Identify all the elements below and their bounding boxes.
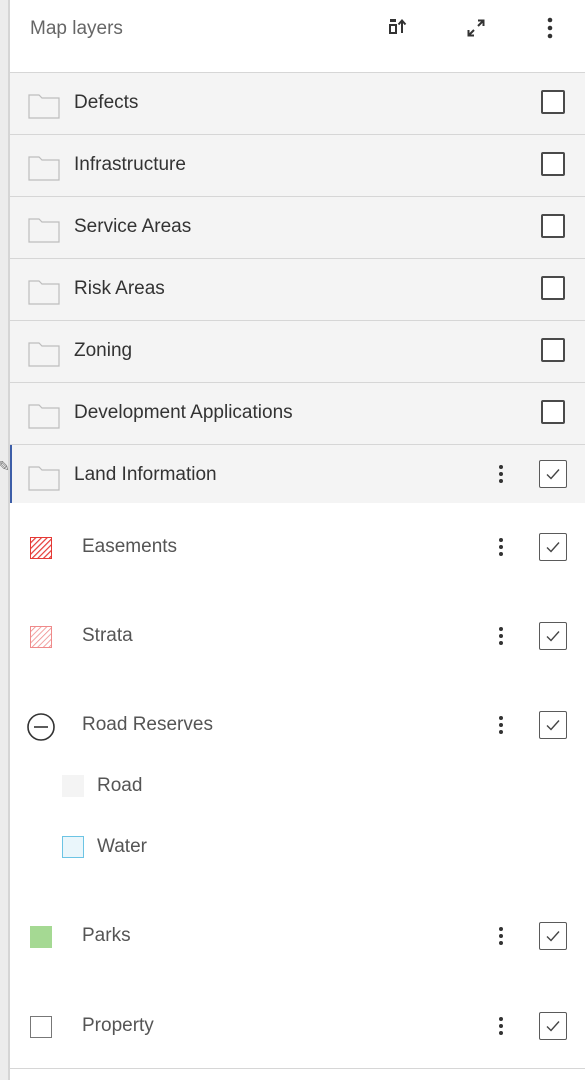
group-visibility-checkbox[interactable] [541, 152, 565, 176]
expand-button[interactable] [460, 12, 492, 44]
folder-icon [28, 156, 60, 181]
sort-icon [389, 18, 407, 34]
group-label: Development Applications [74, 402, 293, 423]
group-row-development-applications[interactable]: Development Applications [10, 383, 585, 445]
layer-label: Parks [82, 925, 131, 946]
group-visibility-checkbox[interactable] [539, 460, 567, 488]
layer-visibility-checkbox[interactable] [539, 711, 567, 739]
layer-options-button[interactable] [494, 532, 508, 562]
layer-row-property[interactable]: Property [10, 996, 585, 1056]
hatch-swatch-icon [30, 537, 52, 559]
check-icon [546, 1021, 560, 1032]
folder-icon [28, 404, 60, 429]
group-visibility-checkbox[interactable] [541, 276, 565, 300]
check-icon [546, 631, 560, 642]
map-edge: ✎ [0, 0, 10, 1080]
group-row-land-information[interactable]: Land Information [10, 445, 585, 503]
group-label: Land Information [74, 464, 217, 485]
layer-options-button[interactable] [494, 921, 508, 951]
layer-row-strata[interactable]: Strata [10, 606, 585, 666]
layer-label: Easements [82, 536, 178, 557]
layer-label: Property [82, 1015, 154, 1036]
group-visibility-checkbox[interactable] [541, 214, 565, 238]
layer-options-button[interactable] [494, 1011, 508, 1041]
check-icon [546, 931, 560, 942]
layer-visibility-checkbox[interactable] [539, 922, 567, 950]
sort-button[interactable] [382, 12, 414, 44]
legend-label: Water [97, 836, 147, 857]
legend-swatch [62, 836, 84, 858]
legend-label: Road [97, 775, 143, 796]
bottom-divider [10, 1068, 585, 1069]
folder-icon [28, 218, 60, 243]
legend-item-road: Road [10, 766, 585, 806]
layer-row-road-reserves[interactable]: Road Reserves [10, 695, 585, 755]
layer-visibility-checkbox[interactable] [539, 533, 567, 561]
group-label: Infrastructure [74, 154, 186, 175]
group-label: Defects [74, 92, 139, 113]
layer-row-parks[interactable]: Parks [10, 906, 585, 966]
layer-label: Strata [82, 625, 133, 646]
hatch-swatch-icon [30, 626, 52, 648]
more-vertical-icon [547, 17, 553, 39]
fill-swatch-icon [30, 926, 52, 948]
layer-visibility-checkbox[interactable] [539, 1012, 567, 1040]
group-options-button[interactable] [494, 459, 508, 489]
group-row-infrastructure[interactable]: Infrastructure [10, 135, 585, 197]
legend-item-water: Water [10, 827, 585, 867]
layer-visibility-checkbox[interactable] [539, 622, 567, 650]
expand-icon [467, 19, 485, 37]
check-icon [546, 469, 560, 480]
map-layers-panel: Map layers Defects Infrastructure Servic… [10, 0, 585, 1080]
group-row-defects[interactable]: Defects [10, 73, 585, 135]
group-row-risk-areas[interactable]: Risk Areas [10, 259, 585, 321]
folder-icon [28, 94, 60, 119]
check-icon [546, 720, 560, 731]
legend-swatch [62, 775, 84, 797]
group-visibility-checkbox[interactable] [541, 338, 565, 362]
group-visibility-checkbox[interactable] [541, 400, 565, 424]
layer-options-button[interactable] [494, 621, 508, 651]
panel-title: Map layers [30, 18, 123, 39]
group-row-service-areas[interactable]: Service Areas [10, 197, 585, 259]
folder-icon [28, 466, 60, 491]
group-label: Service Areas [74, 216, 192, 237]
panel-header: Map layers [10, 0, 585, 73]
folder-icon [28, 280, 60, 305]
layer-options-button[interactable] [494, 710, 508, 740]
outline-swatch-icon [30, 1016, 52, 1038]
collapse-circle-icon[interactable] [26, 712, 56, 742]
folder-icon [28, 342, 60, 367]
more-options-button[interactable] [534, 12, 566, 44]
group-label: Risk Areas [74, 278, 165, 299]
group-row-zoning[interactable]: Zoning [10, 321, 585, 383]
group-label: Zoning [74, 340, 133, 361]
map-marker-icon: ✎ [0, 458, 10, 474]
group-visibility-checkbox[interactable] [541, 90, 565, 114]
layer-label: Road Reserves [82, 714, 213, 735]
check-icon [546, 542, 560, 553]
layer-row-easements[interactable]: Easements [10, 517, 585, 577]
